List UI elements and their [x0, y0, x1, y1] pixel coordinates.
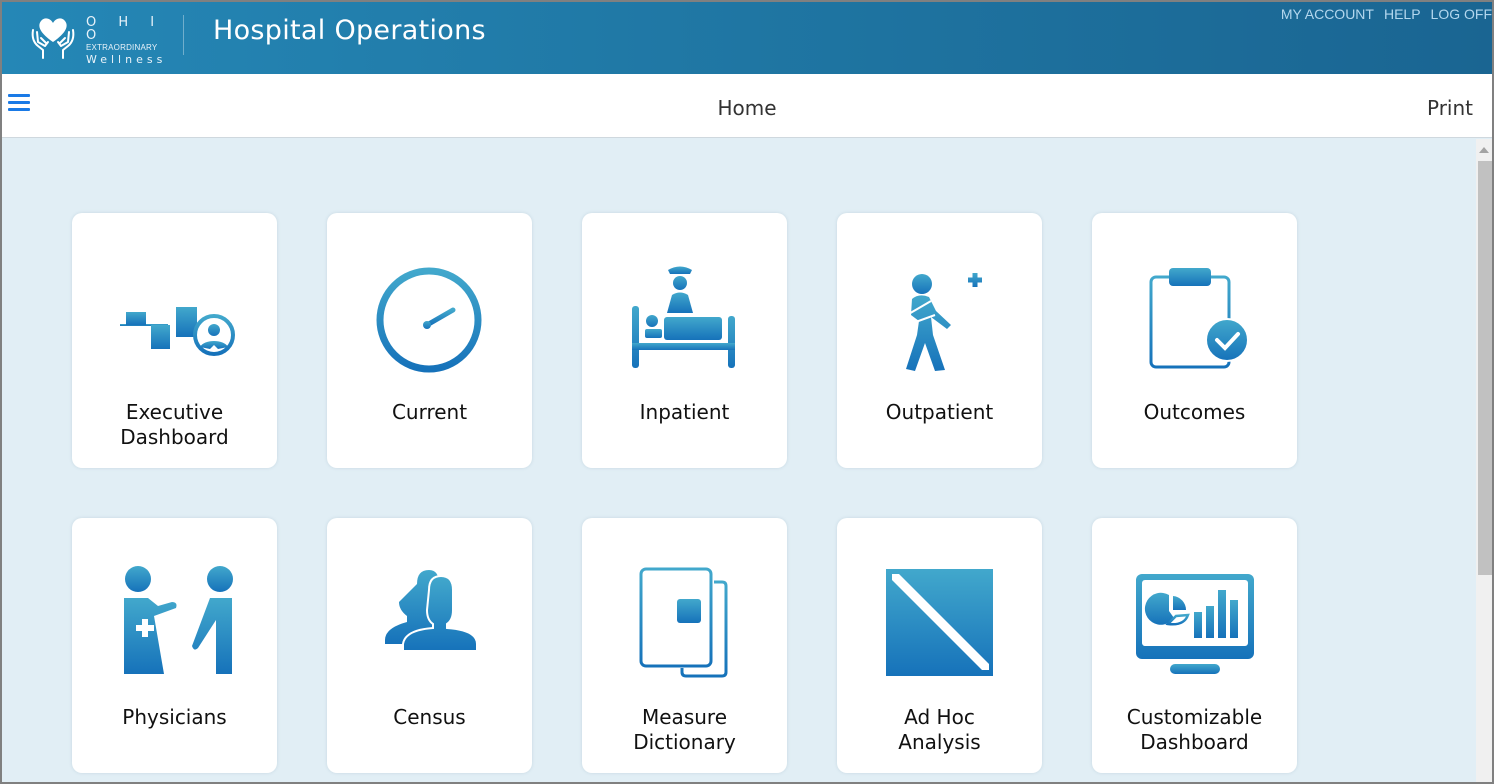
ad-hoc-analysis-icon — [879, 560, 1000, 681]
tile-inpatient[interactable]: Inpatient — [582, 213, 787, 468]
logo-line-wellness: Wellness — [86, 53, 167, 66]
app-header: O H I O EXTRAORDINARY Wellness Hospital … — [2, 2, 1492, 74]
tile-physicians[interactable]: Physicians — [72, 518, 277, 773]
tile-label: Outcomes — [1143, 400, 1246, 424]
brand-logo[interactable]: O H I O EXTRAORDINARY Wellness — [26, 12, 162, 65]
monitor-chart-icon — [1134, 560, 1255, 681]
header-divider — [183, 15, 184, 55]
tile-label: Executive Dashboard — [120, 400, 229, 449]
clipboard-check-icon — [1134, 255, 1255, 376]
page-title: Home — [717, 96, 777, 120]
executive-dashboard-icon — [114, 255, 235, 376]
tile-label: Inpatient — [639, 400, 730, 424]
tile-grid: Executive Dashboard Current Inpatient Ou… — [2, 139, 1476, 782]
tile-current[interactable]: Current — [327, 213, 532, 468]
tile-census[interactable]: Census — [327, 518, 532, 773]
tile-label: Outpatient — [885, 400, 994, 424]
clock-icon — [369, 255, 490, 376]
hospital-bed-icon — [624, 255, 745, 376]
vertical-scrollbar[interactable] — [1476, 139, 1492, 782]
people-icon — [369, 560, 490, 681]
tile-label: Census — [393, 705, 466, 729]
tile-label: Customizable Dashboard — [1126, 705, 1263, 754]
logo-line-extraordinary: EXTRAORDINARY — [86, 43, 158, 52]
scrollbar-thumb[interactable] — [1478, 161, 1492, 575]
tile-label: Current — [391, 400, 468, 424]
app-title: Hospital Operations — [213, 15, 486, 46]
help-link[interactable]: HELP — [1384, 6, 1421, 22]
documents-icon — [624, 560, 745, 681]
heart-hands-icon — [31, 18, 75, 59]
tile-executive-dashboard[interactable]: Executive Dashboard — [72, 213, 277, 468]
app-window: O H I O EXTRAORDINARY Wellness Hospital … — [2, 2, 1492, 782]
tile-measure-dictionary[interactable]: Measure Dictionary — [582, 518, 787, 773]
physician-patient-icon — [114, 560, 235, 681]
tile-label: Measure Dictionary — [633, 705, 736, 754]
tile-outpatient[interactable]: Outpatient — [837, 213, 1042, 468]
toolbar: Home Print — [2, 74, 1492, 138]
logo-line-ohio: O H I O — [86, 15, 164, 43]
log-off-link[interactable]: LOG OFF — [1431, 6, 1492, 22]
tile-label: Physicians — [122, 705, 227, 729]
tile-customizable-dashboard[interactable]: Customizable Dashboard — [1092, 518, 1297, 773]
injured-walking-person-icon — [879, 255, 1000, 376]
account-links: MY ACCOUNT HELP LOG OFF — [1281, 6, 1492, 22]
logo-text: O H I O EXTRAORDINARY Wellness — [86, 16, 166, 65]
scroll-up-arrow-icon[interactable] — [1479, 147, 1489, 153]
my-account-link[interactable]: MY ACCOUNT — [1281, 6, 1374, 22]
tile-outcomes[interactable]: Outcomes — [1092, 213, 1297, 468]
tile-ad-hoc-analysis[interactable]: Ad Hoc Analysis — [837, 518, 1042, 773]
print-button[interactable]: Print — [1427, 96, 1473, 120]
tile-label: Ad Hoc Analysis — [898, 705, 981, 754]
